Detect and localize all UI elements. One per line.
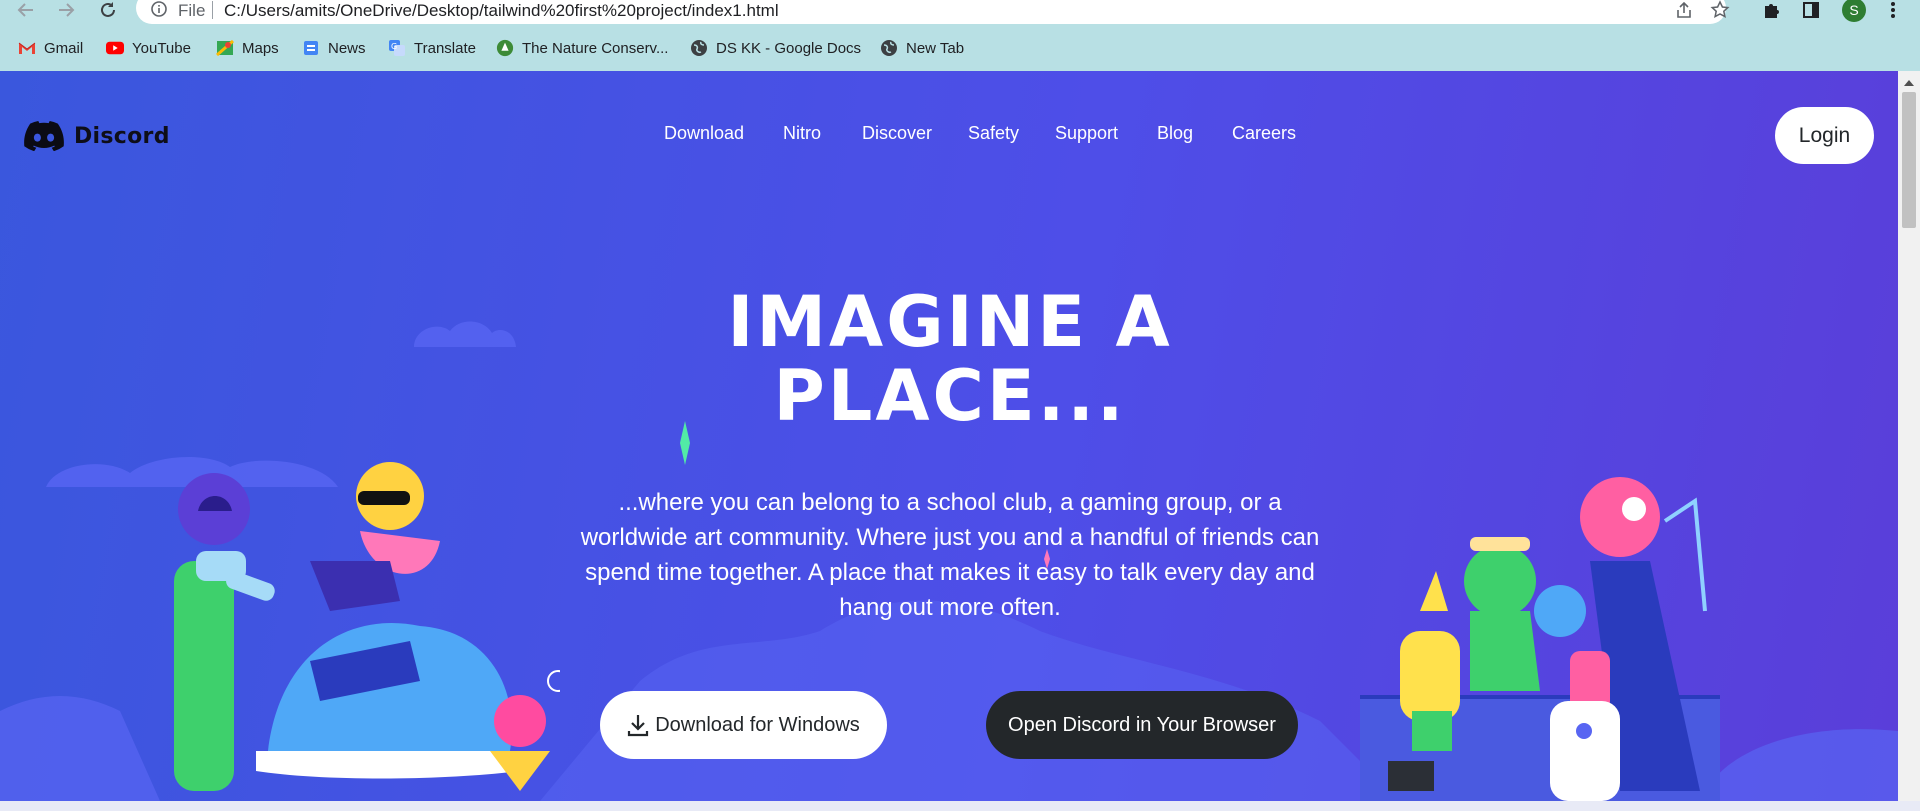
side-panel-icon bbox=[1803, 2, 1819, 18]
translate-icon: G bbox=[388, 39, 406, 57]
youtube-icon bbox=[106, 39, 124, 57]
download-icon bbox=[628, 715, 649, 737]
right-characters-illustration bbox=[1360, 477, 1720, 801]
globe-icon bbox=[880, 39, 898, 57]
nature-conservancy-icon bbox=[496, 39, 514, 57]
bookmark-new-tab[interactable]: New Tab bbox=[880, 36, 964, 60]
bookmark-label: Gmail bbox=[44, 39, 84, 57]
browser-toolbar: File C:/Users/amits/OneDrive/Desktop/tai… bbox=[0, 0, 1920, 24]
page-bottom-edge bbox=[0, 801, 1920, 811]
forward-button[interactable] bbox=[54, 0, 78, 20]
kebab-menu-icon bbox=[1891, 2, 1895, 18]
globe-icon bbox=[690, 39, 708, 57]
bookmark-docs[interactable]: DS KK - Google Docs bbox=[690, 36, 861, 60]
address-bar[interactable]: File C:/Users/amits/OneDrive/Desktop/tai… bbox=[136, 0, 1730, 24]
nav-download[interactable]: Download bbox=[664, 123, 744, 144]
nav-blog[interactable]: Blog bbox=[1157, 123, 1193, 144]
bookmark-maps[interactable]: Maps bbox=[216, 36, 279, 60]
scrollbar-thumb[interactable] bbox=[1902, 92, 1916, 228]
nav-support[interactable]: Support bbox=[1055, 123, 1118, 144]
bookmark-translate[interactable]: G Translate bbox=[388, 36, 476, 60]
profile-avatar[interactable]: S bbox=[1842, 0, 1866, 22]
extensions-button[interactable] bbox=[1761, 0, 1783, 20]
maps-icon bbox=[216, 39, 234, 57]
bookmark-news[interactable]: News bbox=[302, 36, 366, 60]
nav-nitro[interactable]: Nitro bbox=[783, 123, 821, 144]
hero-description: ...where you can belong to a school club… bbox=[580, 489, 1320, 621]
nav-safety[interactable]: Safety bbox=[968, 123, 1019, 144]
hero-title-line2: PLACE... bbox=[773, 355, 1127, 437]
left-characters-illustration bbox=[174, 462, 560, 791]
open-in-browser-button[interactable]: Open Discord in Your Browser bbox=[986, 691, 1298, 759]
svg-text:G: G bbox=[391, 42, 397, 51]
bookmark-label: New Tab bbox=[906, 39, 965, 57]
browser-menu-button[interactable] bbox=[1882, 0, 1904, 20]
nav-careers[interactable]: Careers bbox=[1232, 123, 1296, 144]
share-icon[interactable] bbox=[1674, 0, 1694, 20]
bookmark-nature-conservancy[interactable]: The Nature Conserv... bbox=[496, 36, 668, 60]
discord-page: Discord Download Nitro Discover Safety S… bbox=[0, 71, 1898, 801]
bookmark-gmail[interactable]: Gmail bbox=[18, 36, 83, 60]
bookmarks-bar: Gmail YouTube Maps News G Translate The … bbox=[0, 36, 1920, 60]
nav-discover[interactable]: Discover bbox=[862, 123, 932, 144]
back-button[interactable] bbox=[14, 0, 38, 20]
side-panel-button[interactable] bbox=[1800, 0, 1822, 20]
info-icon[interactable] bbox=[150, 0, 168, 18]
arrow-left-icon bbox=[17, 3, 33, 17]
url-scheme-label: File bbox=[178, 1, 206, 20]
reload-icon bbox=[101, 2, 115, 17]
bookmark-label: DS KK - Google Docs bbox=[716, 39, 862, 57]
download-button-label: Download for Windows bbox=[655, 713, 860, 736]
bookmark-label: News bbox=[328, 39, 366, 57]
download-for-windows-button[interactable]: Download for Windows bbox=[600, 691, 887, 759]
bookmark-label: Translate bbox=[414, 39, 476, 57]
url-separator bbox=[212, 1, 213, 19]
reload-button[interactable] bbox=[96, 0, 120, 20]
hero-title-line1: IMAGINE A bbox=[727, 281, 1173, 363]
scroll-up-arrow-icon[interactable] bbox=[1904, 80, 1914, 86]
news-icon bbox=[302, 39, 320, 57]
login-button[interactable]: Login bbox=[1775, 107, 1874, 164]
bookmark-label: YouTube bbox=[132, 39, 191, 57]
browser-chrome: File C:/Users/amits/OneDrive/Desktop/tai… bbox=[0, 0, 1920, 71]
url-text[interactable]: C:/Users/amits/OneDrive/Desktop/tailwind… bbox=[224, 1, 779, 21]
hero-title: IMAGINE A PLACE... bbox=[600, 285, 1300, 433]
puzzle-icon bbox=[1765, 4, 1779, 18]
bookmark-label: The Nature Conserv... bbox=[522, 39, 669, 57]
gmail-icon bbox=[18, 39, 36, 57]
star-icon[interactable] bbox=[1710, 0, 1730, 20]
arrow-right-icon bbox=[59, 3, 75, 17]
bookmark-youtube[interactable]: YouTube bbox=[106, 36, 191, 60]
main-nav: Download Nitro Discover Safety Support B… bbox=[0, 123, 1898, 153]
bookmark-label: Maps bbox=[242, 39, 279, 57]
